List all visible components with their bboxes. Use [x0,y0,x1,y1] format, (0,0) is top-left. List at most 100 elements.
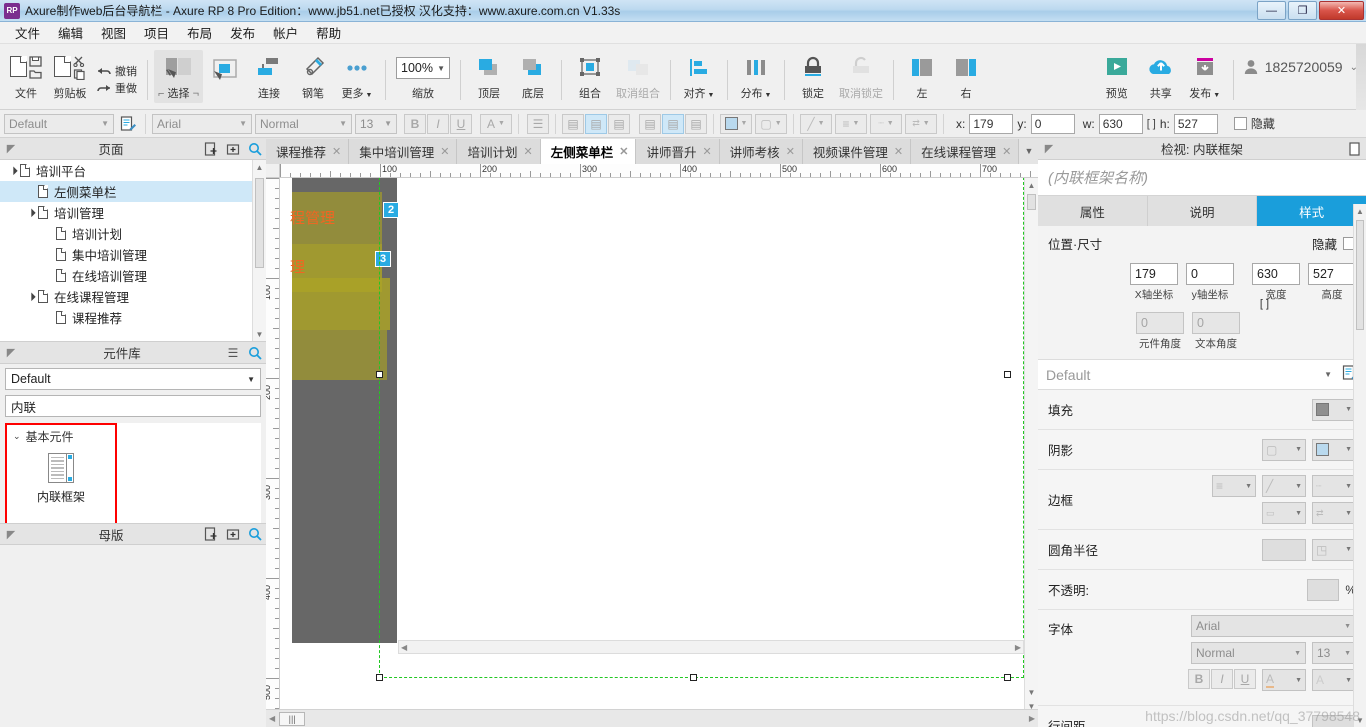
zoom-value-box[interactable]: 100% ▼ [396,53,450,83]
inspector-font-size-select[interactable]: 13 ▼ [1312,642,1356,664]
inspector-bold-button[interactable]: B [1188,669,1210,689]
expand-triangle-icon[interactable]: ◢ [5,162,21,178]
border-color-button[interactable]: ╱ ▼ [1262,475,1306,497]
arrow-ends-button[interactable]: ⇄ ▼ [1312,502,1356,524]
scroll-left-icon[interactable]: ◀ [269,714,275,723]
page-tree-item[interactable]: ◢ 在线课程管理 [0,286,266,307]
page-tab[interactable]: 左侧菜单栏 ✕ [540,139,637,164]
close-icon[interactable]: ✕ [786,145,795,158]
interaction-badge-2[interactable]: 2 [383,202,399,218]
resize-handle-right-bottom[interactable] [1004,674,1011,681]
line-spacing-input[interactable] [1312,714,1356,727]
arrow-style-button[interactable]: ⇄ ▼ [905,113,937,134]
scroll-up-icon[interactable]: ▲ [1354,204,1366,218]
group-button[interactable]: 组合 [568,50,612,103]
left-panel-toggle-button[interactable]: 左 [900,50,944,103]
close-icon[interactable]: ✕ [332,145,341,158]
tab-style[interactable]: 样式 [1257,196,1366,226]
page-tree-item[interactable]: 课程推荐 [0,307,266,328]
inspector-text-effect-button[interactable]: A ▼ [1312,669,1356,691]
search-icon[interactable] [244,343,266,363]
align-right-button[interactable]: ▤ [608,113,630,134]
opacity-input[interactable] [1307,578,1340,601]
ungroup-button[interactable]: 取消组合 [612,50,664,103]
inspector-scrollbar[interactable]: ▲ ▼ [1353,204,1366,727]
interaction-badge-3[interactable]: 3 [375,251,391,267]
send-to-back-button[interactable]: 底层 [511,50,555,103]
italic-button[interactable]: I [427,113,449,134]
border-sides-button[interactable]: ▭ ▼ [1262,502,1306,524]
bold-button[interactable]: B [404,113,426,134]
resize-handle-bottom-mid[interactable] [690,674,697,681]
right-panel-toggle-button[interactable]: 右 [944,50,988,103]
line-width-button[interactable]: ≡ ▼ [835,113,867,134]
publish-button[interactable]: 发布 ▼ [1183,50,1227,103]
page-tree-item[interactable]: 培训计划 [0,223,266,244]
minimize-button[interactable]: — [1257,1,1286,20]
widget-name-input[interactable]: (内联框架名称) [1038,160,1366,196]
font-size-select[interactable]: 13 ▼ [355,113,397,134]
height-input[interactable]: 527 [1308,263,1356,285]
page-tab[interactable]: 视频课件管理 ✕ [802,139,912,164]
scroll-right-icon[interactable]: ▶ [1029,714,1035,723]
tab-notes[interactable]: 说明 [1147,196,1258,226]
widget-style-select[interactable]: Default ▼ [4,113,114,134]
add-master-folder-icon[interactable] [222,524,244,544]
inspector-font-weight-select[interactable]: Normal ▼ [1191,642,1306,664]
align-middle-button[interactable]: ▤ [662,113,684,134]
unlock-button[interactable]: 取消锁定 [835,50,887,103]
page-tab[interactable]: 在线课程管理 ✕ [911,139,1020,164]
resize-handle-left-mid[interactable] [376,371,383,378]
align-bottom-button[interactable]: ▤ [685,113,707,134]
page-tab[interactable]: 讲师考核 ✕ [719,139,803,164]
share-button[interactable]: 共享 [1139,50,1183,103]
shadow-button[interactable]: ▢ ▼ [755,113,787,134]
font-color-button[interactable]: A ▼ [480,113,512,134]
resize-handle-right-mid[interactable] [1004,371,1011,378]
scroll-down-icon[interactable]: ▼ [1354,713,1366,727]
library-group-header[interactable]: ⌄ 基本元件 [7,425,115,445]
scroll-thumb[interactable] [1356,220,1364,330]
bring-to-front-button[interactable]: 顶层 [467,50,511,103]
style-preset-select[interactable]: Default ▼ [1038,360,1366,390]
style-editor-icon[interactable] [117,115,139,132]
inspector-underline-button[interactable]: U [1234,669,1256,689]
close-button[interactable]: ✕ [1319,1,1364,20]
menu-project[interactable]: 项目 [135,21,178,44]
collapse-icon[interactable]: ◤ [0,346,22,359]
page-tree-item[interactable]: 集中培训管理 [0,244,266,265]
page-tab[interactable]: 集中培训管理 ✕ [349,139,458,164]
collapse-icon[interactable]: ◤ [0,528,22,541]
menu-publish[interactable]: 发布 [221,21,264,44]
scroll-right-icon[interactable]: ▶ [1015,643,1021,652]
inner-shadow-button[interactable]: ▼ [1312,438,1356,461]
undo-button[interactable]: 撤销 [96,63,137,79]
close-icon[interactable]: ✕ [702,145,711,158]
page-tree-item[interactable]: ◢ 培训管理 [0,202,266,223]
add-master-icon[interactable] [200,524,222,544]
library-menu-icon[interactable]: ☰ [222,343,244,363]
lock-button[interactable]: 锁定 [791,50,835,103]
page-note-icon[interactable] [1344,139,1366,159]
library-search-input[interactable]: 内联 [5,395,261,417]
tab-properties[interactable]: 属性 [1038,196,1148,226]
align-button[interactable]: 对齐 ▼ [677,50,721,103]
connect-tool-button[interactable]: 连接 [247,50,291,103]
iframe-horizontal-scrollbar[interactable]: ◀ ▶ [398,640,1024,654]
fill-color-button[interactable]: ▼ [720,113,752,134]
lock-aspect-icon[interactable]: [ ] [1260,298,1269,310]
more-tools-button[interactable]: 更多 ▼ [335,50,379,103]
scroll-down-icon[interactable]: ▼ [1025,685,1038,699]
line-style-button[interactable]: ┈ ▼ [870,113,902,134]
menu-help[interactable]: 帮助 [307,21,350,44]
scroll-down-icon[interactable]: ▼ [253,327,266,341]
font-family-select[interactable]: Arial ▼ [152,113,252,134]
design-canvas[interactable]: 程管理 理 2 3 ◀ ▶ [280,178,1024,713]
search-icon[interactable] [244,524,266,544]
hidden-checkbox[interactable] [1233,117,1247,130]
scroll-thumb[interactable] [1027,194,1036,210]
menu-file[interactable]: 文件 [6,21,49,44]
library-item-inline-frame[interactable]: 内联框架 [7,453,115,505]
height-input[interactable]: 527 [1173,113,1218,134]
scroll-up-icon[interactable]: ▲ [253,160,266,174]
